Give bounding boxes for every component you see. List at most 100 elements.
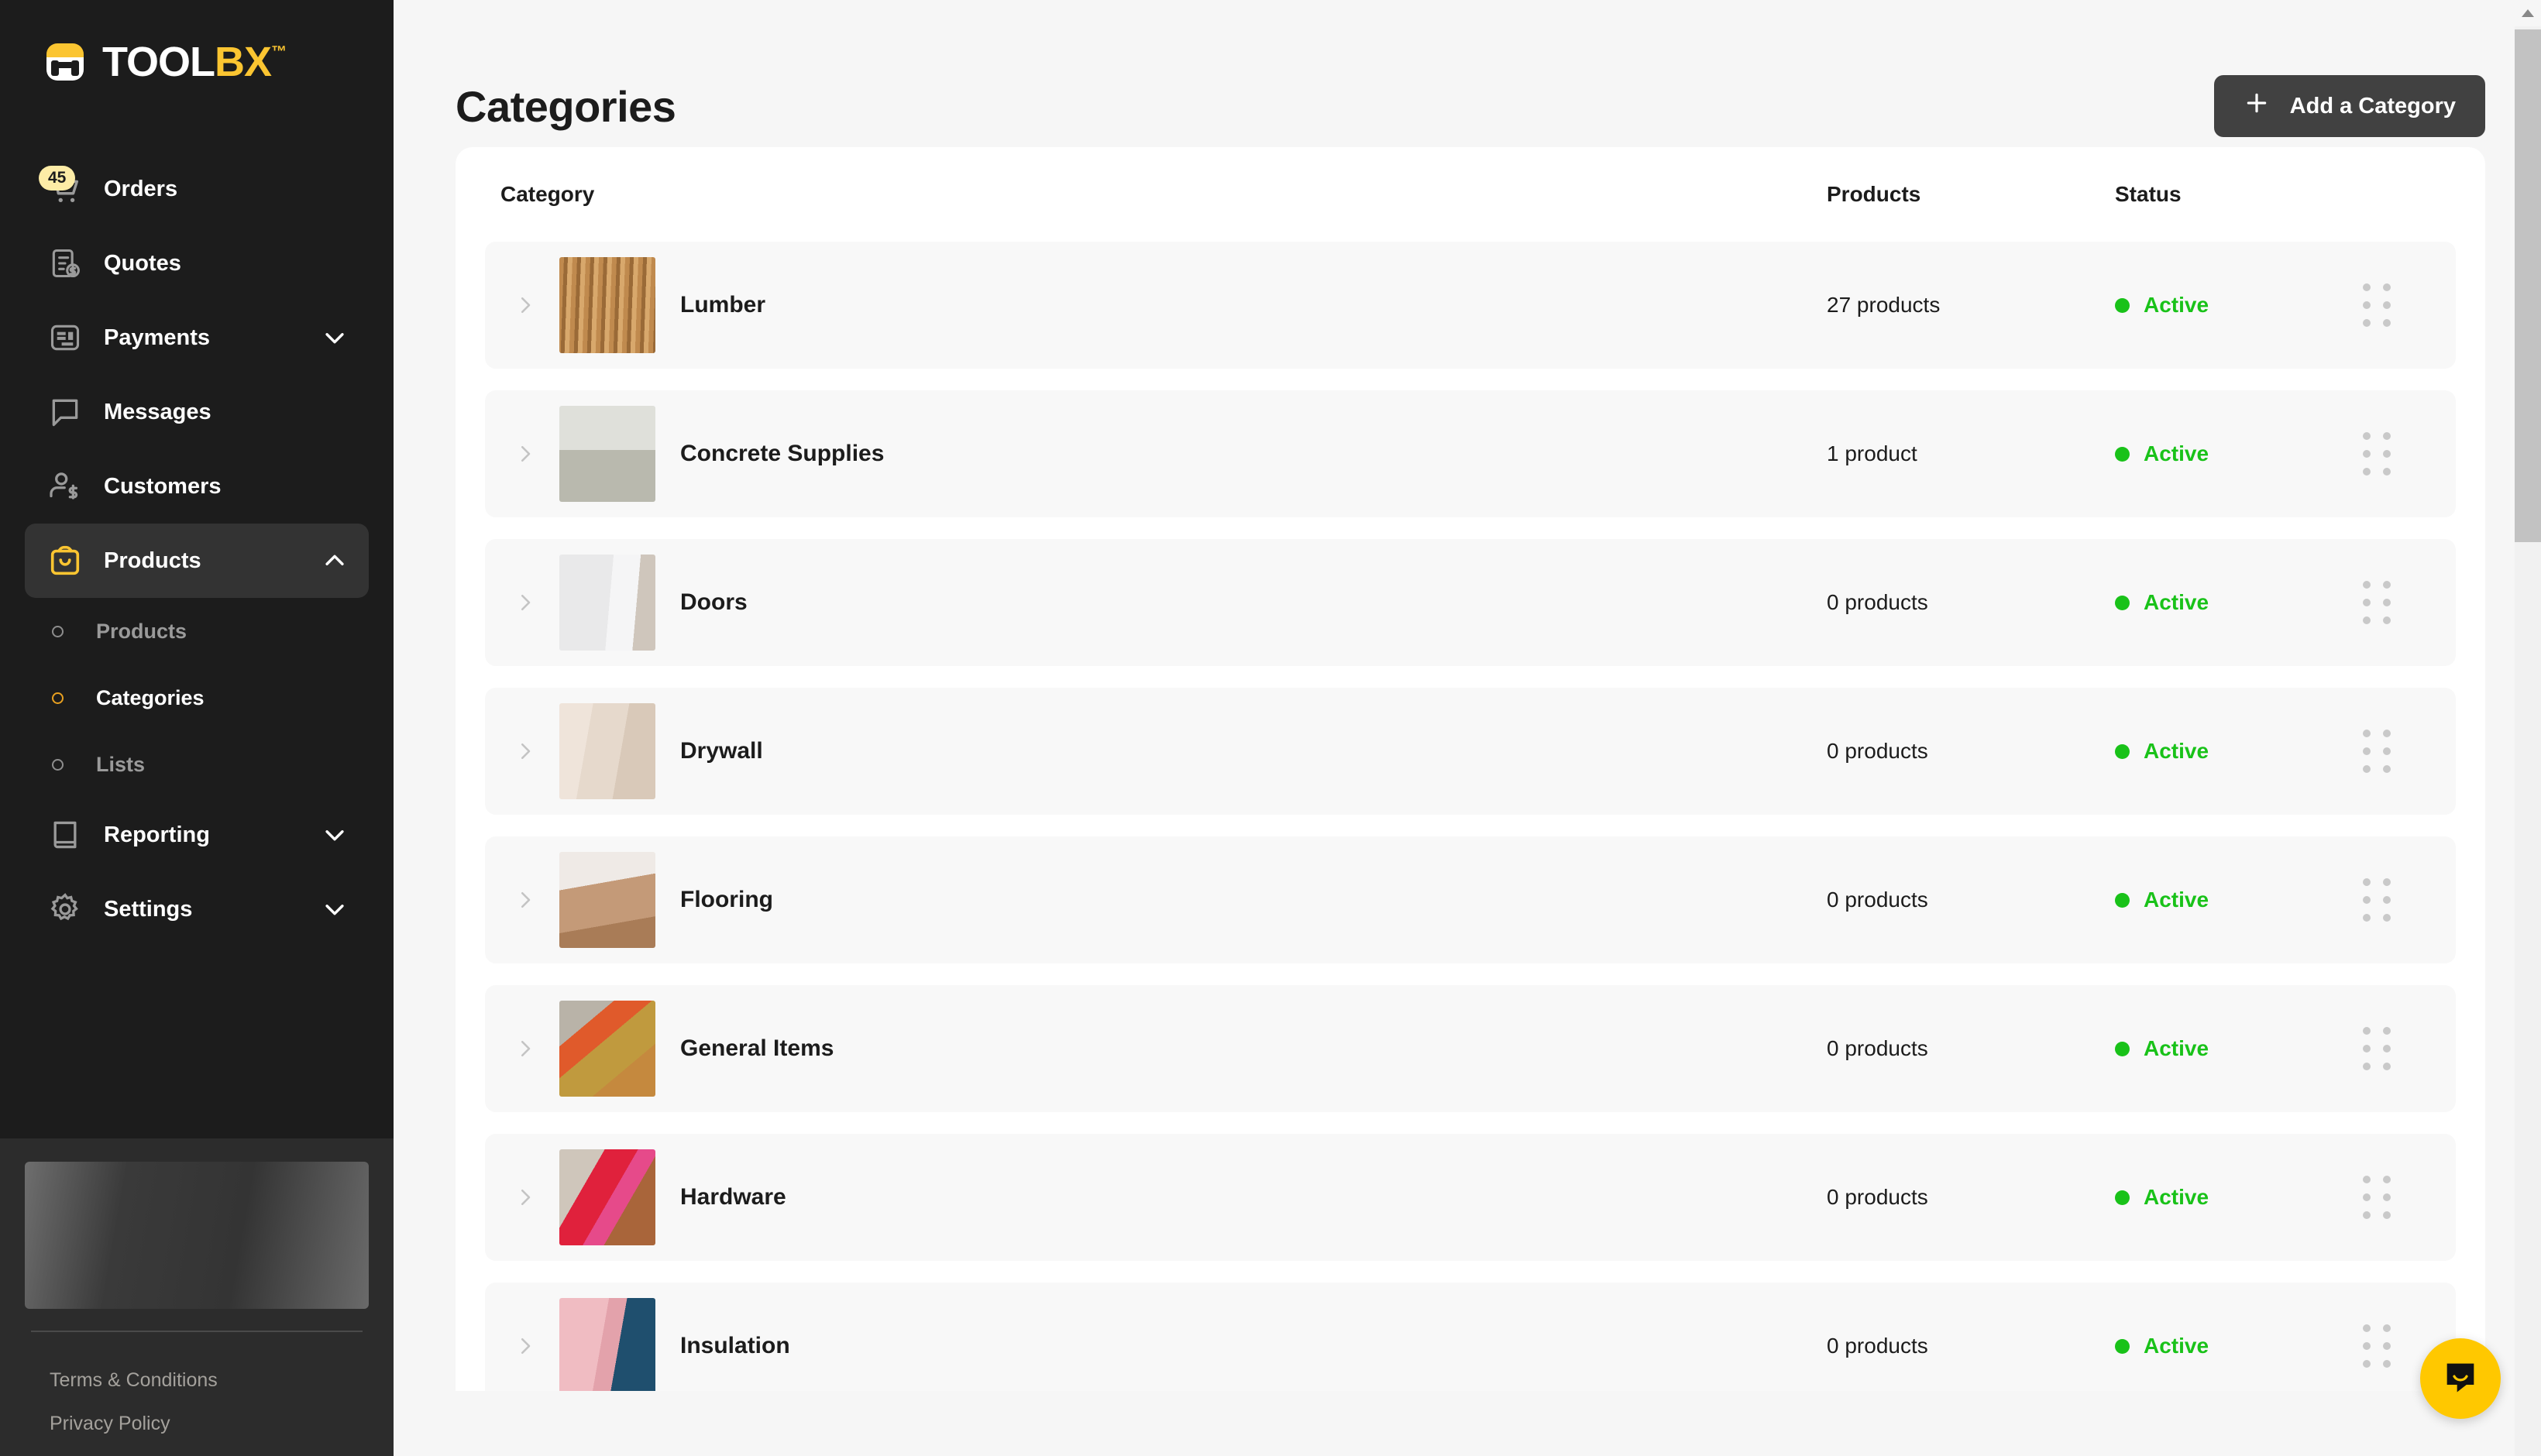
status-label: Active <box>2144 1334 2209 1358</box>
bullet-icon <box>36 758 79 771</box>
scrollbar-thumb[interactable] <box>2515 29 2541 542</box>
app-root: TOOL BX ™ 45 Orders Quotes Payments Mess… <box>0 0 2541 1456</box>
table-row[interactable]: Flooring 0 products Active <box>485 836 2456 963</box>
table-row[interactable]: General Items 0 products Active <box>485 985 2456 1112</box>
promo-banner[interactable] <box>25 1162 369 1309</box>
category-name: Hardware <box>680 1184 786 1210</box>
categories-table-card: Category Products Status Lumber 27 produc… <box>456 147 2485 1391</box>
status-label: Active <box>2144 1036 2209 1060</box>
category-name: General Items <box>680 1035 834 1061</box>
status-dot-icon <box>2115 1190 2130 1205</box>
sidebar-item-reporting[interactable]: Reporting <box>25 798 369 872</box>
chevron-right-icon[interactable] <box>500 1037 550 1060</box>
sidebar-item-label: Messages <box>104 399 211 424</box>
sidebar-item-products[interactable]: Products <box>25 524 369 598</box>
sidebar-item-label: Customers <box>104 473 222 499</box>
intercom-launcher-button[interactable] <box>2420 1338 2501 1419</box>
product-count: 0 products <box>1827 1334 1928 1358</box>
sidebar-item-label: Products <box>104 548 201 573</box>
status-dot-icon <box>2115 446 2130 462</box>
page-title: Categories <box>456 81 676 131</box>
drag-handle-icon[interactable] <box>2363 581 2456 624</box>
chevron-right-icon[interactable] <box>500 442 550 465</box>
sidebar-item-settings[interactable]: Settings <box>25 872 369 946</box>
sidebar-item-quotes[interactable]: Quotes <box>25 226 369 300</box>
drag-handle-icon[interactable] <box>2363 283 2456 327</box>
table-header-row: Category Products Status <box>485 147 2456 242</box>
scroll-up-arrow-icon[interactable] <box>2515 0 2541 26</box>
drag-handle-icon[interactable] <box>2363 730 2456 773</box>
status-badge: Active <box>2115 293 2363 318</box>
chevron-right-icon[interactable] <box>500 294 550 317</box>
product-count: 0 products <box>1827 1185 1928 1209</box>
status-label: Active <box>2144 739 2209 763</box>
customer-dollar-icon <box>43 465 87 508</box>
chevron-down-icon[interactable] <box>319 819 350 850</box>
sidebar-item-payments[interactable]: Payments <box>25 300 369 375</box>
table-row[interactable]: Doors 0 products Active <box>485 539 2456 666</box>
table-row[interactable]: Concrete Supplies 1 product Active <box>485 390 2456 517</box>
chevron-right-icon[interactable] <box>500 1186 550 1209</box>
footer-divider <box>31 1331 363 1332</box>
chevron-down-icon[interactable] <box>319 322 350 353</box>
product-count: 1 product <box>1827 441 1917 465</box>
categories-table-body: Lumber 27 products Active Concrete Supplies… <box>485 242 2456 1391</box>
status-dot-icon <box>2115 743 2130 759</box>
reporting-book-icon <box>43 813 87 857</box>
drag-handle-icon[interactable] <box>2363 878 2456 922</box>
column-header-category: Category <box>500 182 595 206</box>
plus-icon <box>2244 90 2270 122</box>
page-header: Categories Add a Category <box>394 0 2504 147</box>
category-name: Doors <box>680 589 748 615</box>
sidebar-item-messages[interactable]: Messages <box>25 375 369 449</box>
hardware-thumbnail <box>559 1149 655 1245</box>
sidebar-item-orders[interactable]: 45 Orders <box>25 152 369 226</box>
sidebar-subitem-label: Products <box>96 619 187 643</box>
column-header-status: Status <box>2115 182 2182 206</box>
insulation-thumbnail <box>559 1298 655 1391</box>
table-row[interactable]: Insulation 0 products Active <box>485 1283 2456 1391</box>
sidebar-subitem-categories[interactable]: Categories <box>25 664 369 731</box>
brand-name: TOOL BX ™ <box>102 39 287 85</box>
message-bubble-icon <box>43 390 87 434</box>
sidebar-item-customers[interactable]: Customers <box>25 449 369 524</box>
product-count: 0 products <box>1827 1036 1928 1060</box>
chevron-right-icon[interactable] <box>500 888 550 912</box>
chevron-right-icon[interactable] <box>500 1334 550 1358</box>
chevron-right-icon[interactable] <box>500 740 550 763</box>
product-count: 0 products <box>1827 739 1928 763</box>
table-row[interactable]: Lumber 27 products Active <box>485 242 2456 369</box>
add-a-category-button[interactable]: Add a Category <box>2213 75 2485 137</box>
category-name: Lumber <box>680 292 766 318</box>
payments-card-icon <box>43 316 87 359</box>
intercom-chat-icon <box>2440 1357 2481 1401</box>
drag-handle-icon[interactable] <box>2363 432 2456 476</box>
table-row[interactable]: Hardware 0 products Active <box>485 1134 2456 1261</box>
sidebar-item-label: Payments <box>104 325 211 350</box>
doors-thumbnail <box>559 555 655 651</box>
category-name: Flooring <box>680 887 773 912</box>
brand-logo[interactable]: TOOL BX ™ <box>0 0 394 152</box>
terms-and-conditions-link[interactable]: Terms & Conditions <box>25 1358 369 1402</box>
privacy-policy-link[interactable]: Privacy Policy <box>25 1402 369 1445</box>
sidebar-subitem-label: Lists <box>96 752 146 776</box>
table-row[interactable]: Drywall 0 products Active <box>485 688 2456 815</box>
brand-name-yellow: BX <box>215 39 272 85</box>
sidebar-item-label: Settings <box>104 896 193 922</box>
chevron-up-icon[interactable] <box>319 545 350 576</box>
chevron-right-icon[interactable] <box>500 591 550 614</box>
product-count: 27 products <box>1827 293 1941 317</box>
page-scrollbar[interactable] <box>2515 0 2541 1456</box>
drag-handle-icon[interactable] <box>2363 1176 2456 1219</box>
chevron-down-icon[interactable] <box>319 894 350 925</box>
general-thumbnail <box>559 1001 655 1097</box>
status-badge: Active <box>2115 1334 2363 1358</box>
products-bag-icon <box>43 539 87 582</box>
sidebar-subitem-lists[interactable]: Lists <box>25 731 369 798</box>
sidebar-subitem-products[interactable]: Products <box>25 598 369 664</box>
status-dot-icon <box>2115 1041 2130 1056</box>
orders-count-badge: 45 <box>39 166 76 191</box>
status-dot-icon <box>2115 892 2130 908</box>
lumber-thumbnail <box>559 257 655 353</box>
drag-handle-icon[interactable] <box>2363 1027 2456 1070</box>
